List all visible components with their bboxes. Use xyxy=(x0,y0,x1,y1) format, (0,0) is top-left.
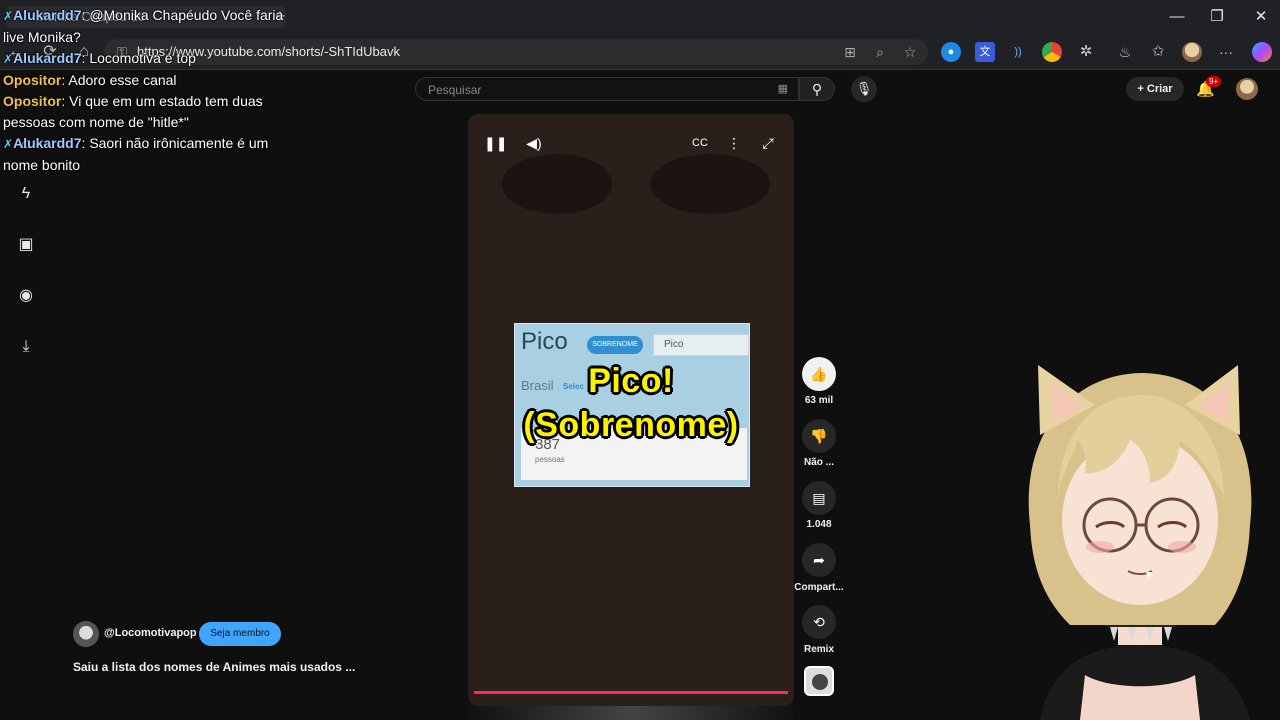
shorts-video-player[interactable]: ❚❚ ◀) CC ⋮ ⤢ Pico SOBRENOME Pico Brasil … xyxy=(468,114,794,706)
collections-star-icon[interactable]: ✩ xyxy=(1148,42,1168,62)
chat-username: Opositor xyxy=(3,93,62,109)
share-label: Compart... xyxy=(794,582,844,593)
create-button[interactable]: + Criar xyxy=(1126,77,1184,101)
chat-username: Alukardd7 xyxy=(13,50,82,66)
thumbs-up-icon: 👍 xyxy=(810,366,828,382)
video-bottom-edge xyxy=(468,706,794,720)
progress-bar[interactable] xyxy=(474,691,788,694)
remix-button[interactable]: ⟲ xyxy=(802,605,836,639)
shorts-icon[interactable]: ϟ xyxy=(16,184,36,204)
extension-icon-1[interactable]: ● xyxy=(941,42,961,62)
color-extension-icon[interactable] xyxy=(1042,42,1062,62)
sword-icon: ✗ xyxy=(3,52,14,66)
card-field: Pico xyxy=(653,334,749,356)
caption-line-2: (Sobrenome) xyxy=(523,406,739,444)
search-placeholder: Pesquisar xyxy=(428,83,482,97)
you-profile-icon[interactable]: ◉ xyxy=(16,286,36,306)
more-menu-icon[interactable]: ··· xyxy=(1216,42,1236,62)
app-available-icon[interactable]: ⊞ xyxy=(840,42,860,62)
chat-text: Adoro esse canal xyxy=(68,72,177,88)
search-icon: ⚲ xyxy=(811,81,823,97)
video-frame-detail xyxy=(502,154,612,214)
extensions-puzzle-icon[interactable]: ✲ xyxy=(1076,42,1096,62)
minimize-button[interactable]: — xyxy=(1164,6,1190,28)
video-frame-detail xyxy=(650,154,770,214)
voice-search-button[interactable]: 🎙 xyxy=(851,76,877,102)
chat-text: Locomotiva é top xyxy=(89,50,196,66)
maximize-button[interactable]: ❐ xyxy=(1204,6,1230,28)
copilot-icon[interactable] xyxy=(1252,42,1272,62)
zoom-icon[interactable]: ⌕ xyxy=(870,42,890,62)
read-aloud-icon[interactable]: )) xyxy=(1008,42,1028,62)
card-pill: SOBRENOME xyxy=(587,336,643,354)
subscriptions-icon[interactable]: ▣ xyxy=(16,235,36,255)
performance-icon[interactable]: ♨ xyxy=(1115,42,1135,62)
downloads-icon[interactable]: ⤓ xyxy=(16,337,36,357)
profile-avatar[interactable] xyxy=(1182,42,1202,62)
microphone-icon: 🎙 xyxy=(855,81,873,96)
translate-extension-icon[interactable]: 文 xyxy=(975,42,995,62)
chat-message: ✗Alukardd7: Saori não irônicamente é um … xyxy=(3,135,269,173)
notification-badge: 9+ xyxy=(1206,76,1222,87)
vtuber-avatar-image xyxy=(1028,365,1252,720)
share-button[interactable]: ➦ xyxy=(802,543,836,577)
volume-icon[interactable]: ◀) xyxy=(523,132,545,154)
thumbs-down-icon: 👎 xyxy=(810,428,828,444)
chat-message: Opositor: Vi que em um estado tem duas p… xyxy=(3,93,263,130)
comments-button[interactable]: ▤ xyxy=(802,481,836,515)
share-arrow-icon: ➦ xyxy=(813,552,825,568)
dislike-label: Não ... xyxy=(803,457,834,468)
stream-chat-overlay: ✗Alukardd7: @Monika Chapéudo Você faria … xyxy=(3,5,303,176)
chat-username: Alukardd7 xyxy=(13,7,82,23)
comment-count: 1.048 xyxy=(806,519,832,530)
name-search-card: Pico SOBRENOME Pico Brasil Selec 387 pes… xyxy=(514,323,750,487)
like-button[interactable]: 👍 xyxy=(802,357,836,391)
chat-message: Opositor: Adoro esse canal xyxy=(3,72,177,88)
sword-icon: ✗ xyxy=(3,137,14,151)
chat-username: Opositor xyxy=(3,72,62,88)
search-input[interactable]: Pesquisar ▦ xyxy=(415,77,799,101)
caption-line-1: Pico! xyxy=(588,362,674,400)
fullscreen-icon[interactable]: ⤢ xyxy=(757,132,779,154)
create-label: Criar xyxy=(1146,83,1173,95)
comment-icon: ▤ xyxy=(812,490,826,506)
remix-label: Remix xyxy=(803,644,834,655)
close-window-button[interactable]: ✕ xyxy=(1248,6,1274,28)
join-member-button[interactable]: Seja membro xyxy=(199,622,281,646)
sword-icon: ✗ xyxy=(3,9,14,23)
chat-message: ✗Alukardd7: @Monika Chapéudo Você faria … xyxy=(3,7,284,45)
keyboard-icon[interactable]: ▦ xyxy=(778,82,788,95)
chat-username: Alukardd7 xyxy=(13,135,82,151)
account-avatar[interactable] xyxy=(1236,78,1258,100)
search-button[interactable]: ⚲ xyxy=(799,77,835,101)
pause-icon[interactable]: ❚❚ xyxy=(484,132,507,154)
sound-thumbnail[interactable] xyxy=(804,666,834,696)
chat-message: ✗Alukardd7: Locomotiva é top xyxy=(3,50,196,66)
card-people: pessoas xyxy=(535,455,565,464)
like-count: 63 mil xyxy=(804,395,834,406)
video-title[interactable]: Saiu a lista dos nomes de Animes mais us… xyxy=(73,660,355,674)
dislike-button[interactable]: 👎 xyxy=(802,419,836,453)
remix-icon: ⟲ xyxy=(813,614,825,630)
favorite-star-icon[interactable]: ☆ xyxy=(900,42,920,62)
captions-icon[interactable]: CC xyxy=(689,132,711,154)
progress-fill xyxy=(474,691,788,694)
channel-avatar[interactable] xyxy=(73,621,99,647)
card-name: Pico xyxy=(521,328,568,355)
more-options-icon[interactable]: ⋮ xyxy=(723,132,745,154)
channel-handle[interactable]: @Locomotivapop xyxy=(104,627,197,639)
